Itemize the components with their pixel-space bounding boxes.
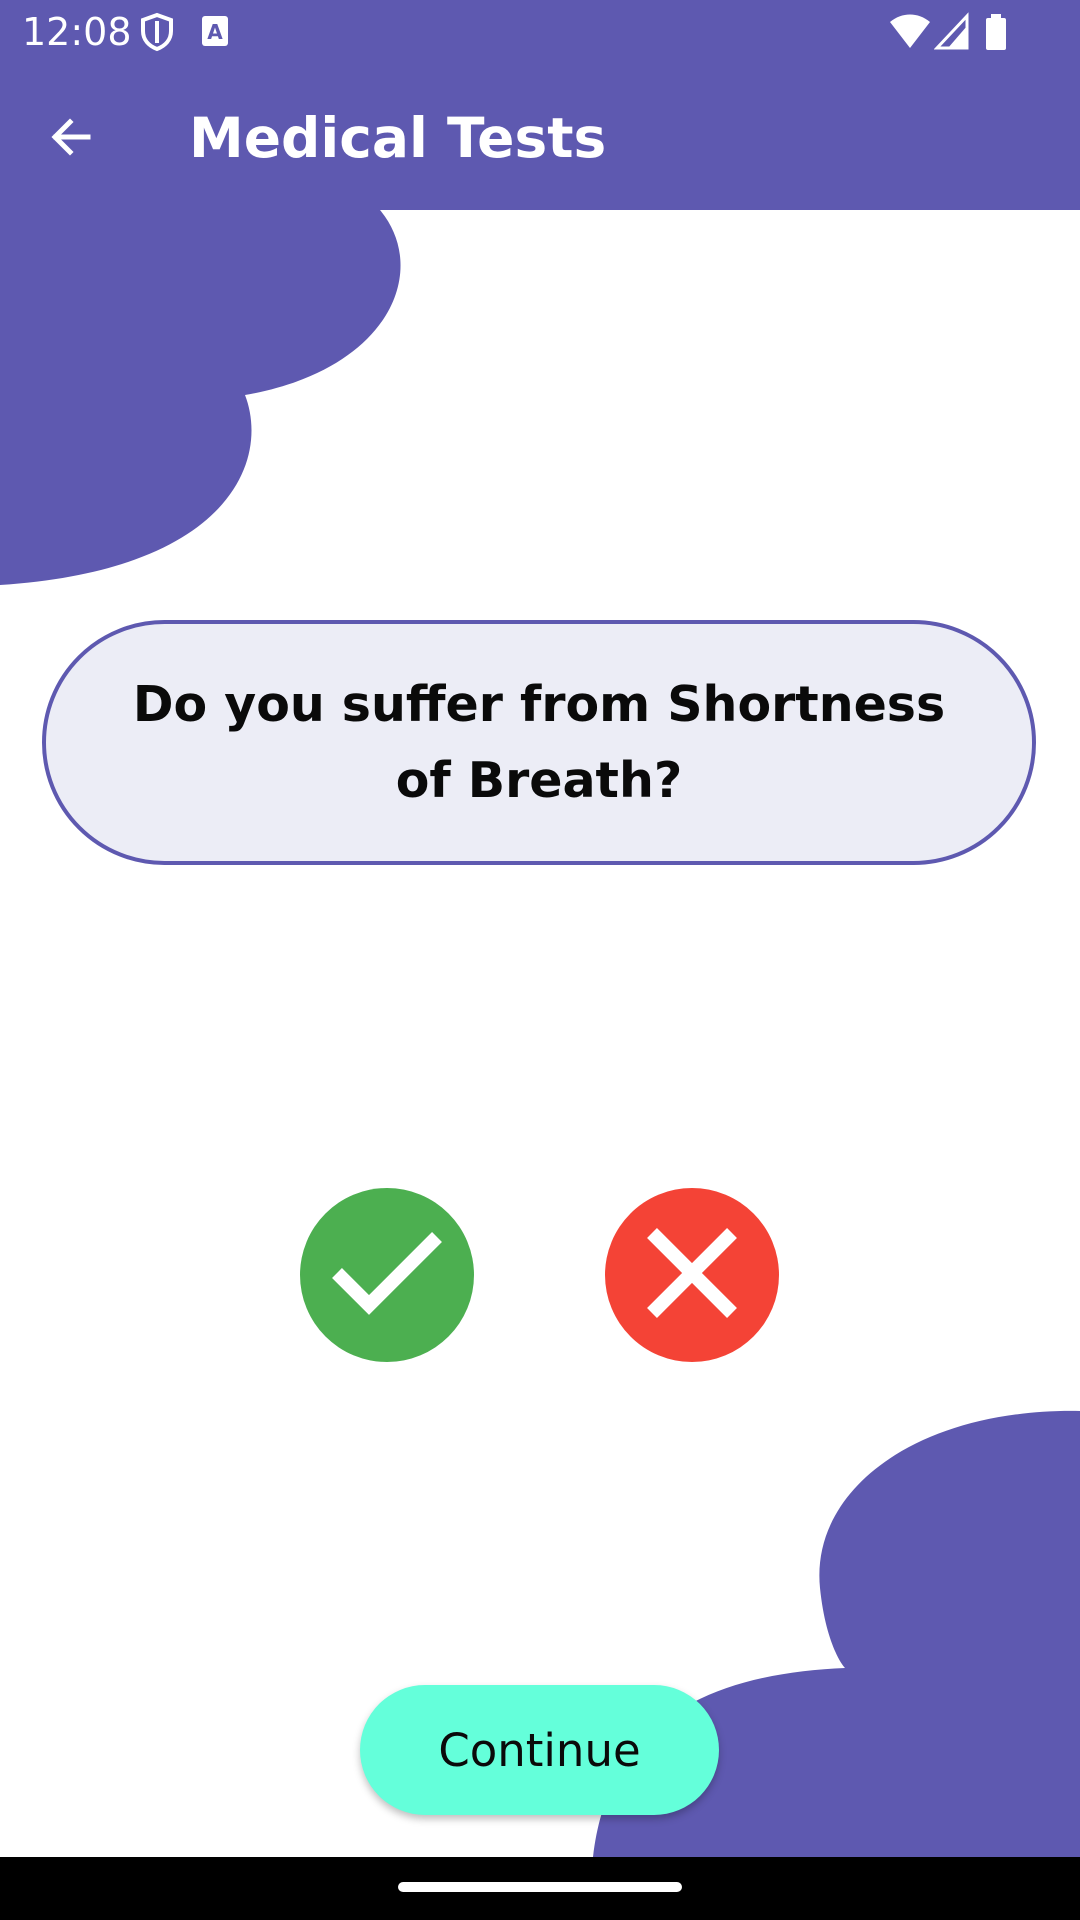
status-bar: 12:08 A	[0, 0, 1080, 63]
wifi-icon	[888, 12, 932, 52]
battery-icon	[984, 12, 1008, 52]
back-button[interactable]	[36, 103, 108, 175]
svg-text:A: A	[207, 20, 223, 44]
navigation-bar	[0, 1857, 1080, 1920]
home-gesture-handle[interactable]	[398, 1882, 682, 1892]
arrow-back-icon	[48, 113, 96, 166]
status-time: 12:08	[22, 10, 132, 54]
signal-icon	[933, 12, 970, 52]
app-bar: Medical Tests	[0, 63, 1080, 210]
close-icon	[647, 1227, 737, 1323]
question-card: Do you suffer from Shortness of Breath?	[42, 620, 1036, 865]
no-button[interactable]	[605, 1188, 779, 1362]
continue-button[interactable]: Continue	[360, 1685, 719, 1815]
decorative-blob-top	[0, 210, 401, 585]
check-icon	[327, 1223, 447, 1328]
shield-icon	[140, 12, 174, 52]
yes-button[interactable]	[300, 1188, 474, 1362]
text-recognition-icon: A	[200, 12, 230, 52]
page-title: Medical Tests	[189, 106, 607, 170]
question-text: Do you suffer from Shortness of Breath?	[132, 675, 946, 809]
